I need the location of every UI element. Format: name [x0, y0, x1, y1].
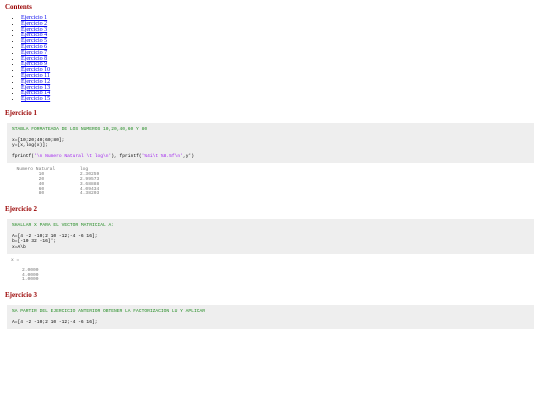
code-line: A=[4 -2 -10;2 10 -12;-4 -6 16]; [12, 319, 98, 325]
code-line: x=[10;20;40;60;80]; [12, 137, 65, 143]
code-comment: %HALLAR X PARA EL VECTOR MATRICIAL A: [12, 223, 114, 229]
contents-item: Ejercicio 15 [21, 96, 534, 103]
output-ejercicio-1: Numero Natural log 10 2.30259 20 2.99573… [16, 167, 100, 197]
code-line: x=A\b [12, 244, 26, 250]
code-block-ejercicio-1: %TABLA FORMATEADA DE LOS NUMEROS 10,20,4… [7, 122, 534, 164]
code-string: '\n Numero Natural \t log\n' [34, 153, 112, 159]
code-block-ejercicio-2: %HALLAR X PARA EL VECTOR MATRICIAL A: A=… [7, 219, 534, 255]
code-comment: %A PARTIR DEL EJERCICIO ANTERIOR OBTENER… [12, 309, 205, 315]
code-line: ,y') [182, 153, 194, 159]
section-title-ejercicio-3: Ejercicio 3 [5, 291, 37, 300]
section-title-ejercicio-1: Ejercicio 1 [5, 108, 37, 117]
code-line: y=[x,log(x)]; [12, 143, 48, 149]
code-comment: %TABLA FORMATEADA DE LOS NUMEROS 10,20,4… [12, 126, 148, 132]
contents-link-15[interactable]: Ejercicio 15 [21, 96, 50, 102]
code-line: b=[-10 32 -16]'; [12, 239, 57, 245]
output-ejercicio-2: x = 2.0000 4.0000 1.0000 [11, 258, 39, 283]
code-block-ejercicio-3: %A PARTIR DEL EJERCICIO ANTERIOR OBTENER… [7, 305, 534, 330]
code-line: ), fprintf( [111, 153, 142, 159]
contents-heading: Contents [5, 3, 32, 11]
contents-list: Ejercicio 1 Ejercicio 2 Ejercicio 3 Ejer… [5, 15, 534, 103]
code-line: fprintf( [12, 153, 35, 159]
section-title-ejercicio-2: Ejercicio 2 [5, 205, 37, 214]
code-string: '%4i\t %8.5f\n' [141, 153, 183, 159]
page: Contents Ejercicio 1 Ejercicio 2 Ejercic… [0, 0, 540, 330]
